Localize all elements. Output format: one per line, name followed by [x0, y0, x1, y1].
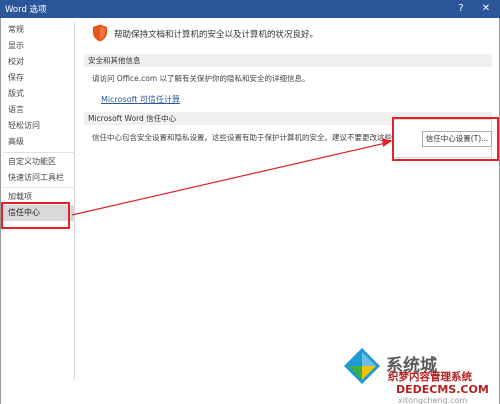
sidebar-item-proofing[interactable]: 校对 — [3, 54, 75, 70]
sidebar-item-display[interactable]: 显示 — [3, 38, 75, 54]
section-header-privacy: 安全和其他信息 — [84, 54, 492, 67]
trustworthy-computing-link[interactable]: Microsoft 可信任计算 — [101, 94, 180, 105]
shield-icon — [93, 24, 107, 42]
highlight-box-settings-button — [392, 117, 499, 161]
sidebar-item-quick-access-toolbar[interactable]: 快速访问工具栏 — [3, 170, 75, 186]
sidebar-item-layout[interactable]: 版式 — [3, 86, 75, 102]
sidebar-item-language[interactable]: 语言 — [3, 102, 75, 118]
close-button[interactable]: ✕ — [478, 1, 494, 16]
help-button[interactable]: ? — [453, 1, 469, 16]
sidebar-item-customize-ribbon[interactable]: 自定义功能区 — [3, 154, 75, 170]
sidebar-item-accessibility[interactable]: 轻松访问 — [3, 118, 75, 134]
highlight-box-trust-center-nav — [1, 202, 70, 229]
sidebar-item-advanced[interactable]: 高级 — [3, 134, 75, 150]
window-title: Word 选项 — [5, 5, 47, 15]
trust-center-info-text: 信任中心包含安全设置和隐私设置。这些设置有助于保护计算机的安全。建议不要更改这些… — [92, 133, 415, 142]
privacy-info-text: 请访问 Office.com 以了解有关保护你的隐私和安全的详细信息。 — [92, 74, 310, 83]
title-bar: Word 选项 ? ✕ — [0, 0, 500, 18]
sidebar-divider — [3, 187, 75, 188]
page-intro: 帮助保持文档和计算机的安全以及计算机的状况良好。 — [114, 30, 319, 40]
sidebar-item-save[interactable]: 保存 — [3, 70, 75, 86]
trust-center-panel: 帮助保持文档和计算机的安全以及计算机的状况良好。 安全和其他信息 请访问 Off… — [76, 22, 494, 380]
watermark-line2: 织梦内容管理系统 — [388, 371, 472, 383]
sidebar-item-general[interactable]: 常规 — [3, 22, 75, 38]
watermark-logo-icon — [344, 348, 380, 384]
sidebar-divider — [3, 152, 75, 153]
options-sidebar: 常规 显示 校对 保存 版式 语言 轻松访问 高级 自定义功能区 快速访问工具栏… — [3, 22, 75, 380]
watermark-line4: xitongcheng.com — [398, 396, 468, 404]
watermark-line3: DEDECMS.COM — [396, 383, 489, 396]
